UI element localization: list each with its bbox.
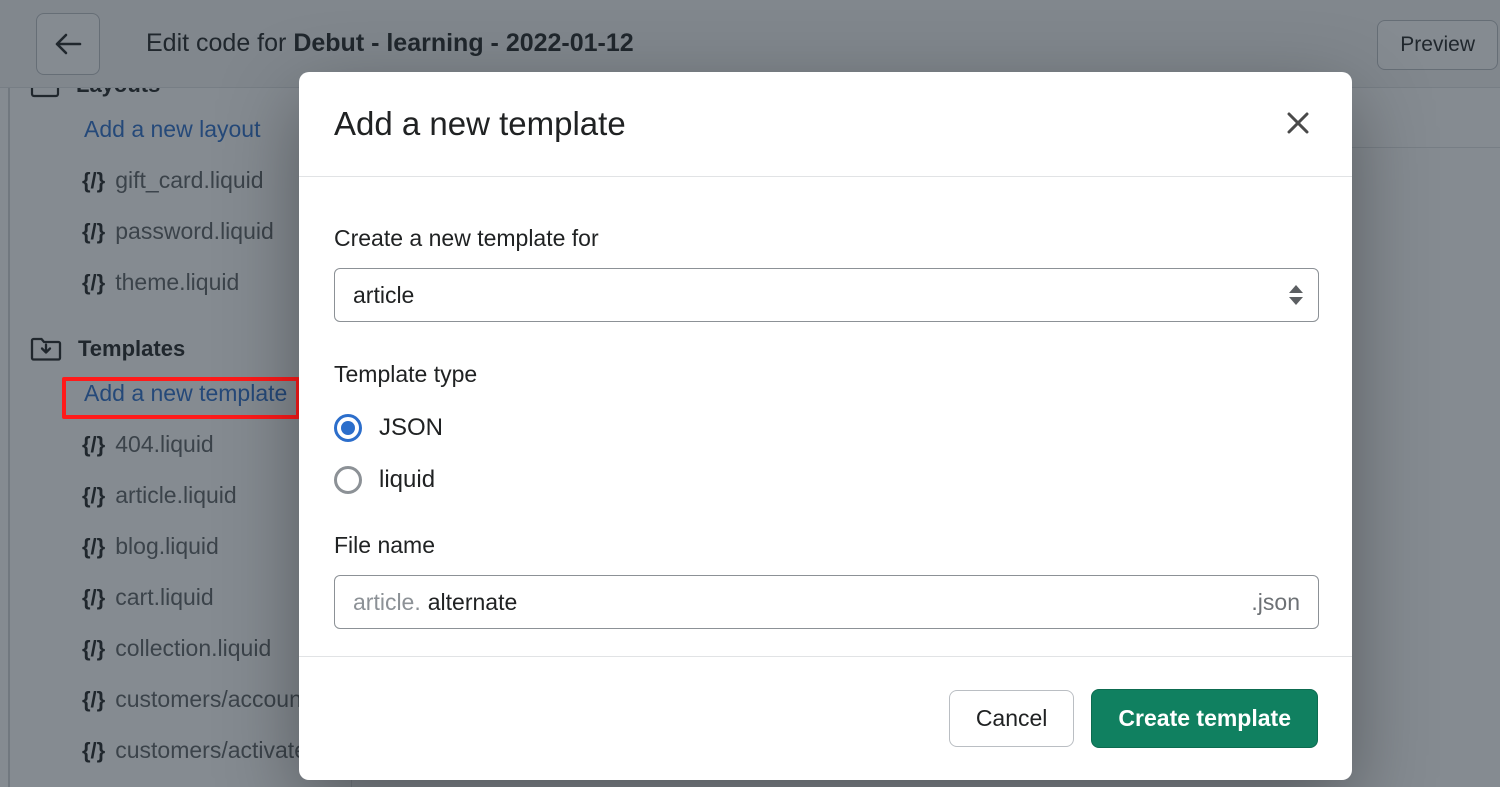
radio-indicator-liquid[interactable]: [334, 466, 362, 494]
add-new-template-modal: Add a new template Create a new template…: [299, 72, 1352, 780]
close-button[interactable]: [1278, 104, 1318, 144]
radio-option-liquid[interactable]: liquid: [334, 458, 1317, 502]
modal-title: Add a new template: [334, 105, 626, 142]
template-for-select[interactable]: article: [334, 268, 1319, 322]
file-name-prefix: article.: [353, 588, 421, 615]
file-name-label: File name: [334, 532, 435, 558]
file-name-suffix: .json: [1251, 588, 1300, 615]
cancel-button[interactable]: Cancel: [948, 690, 1075, 747]
radio-label-json: JSON: [379, 414, 444, 441]
radio-option-json[interactable]: JSON: [334, 406, 1317, 450]
modal-header: Add a new template: [299, 72, 1352, 177]
modal-footer: Cancel Create template: [299, 656, 1352, 780]
template-for-select-wrap: article: [334, 268, 1319, 322]
file-name-field[interactable]: article. .json: [334, 575, 1319, 629]
template-type-label: Template type: [334, 361, 478, 387]
template-for-label: Create a new template for: [334, 225, 599, 251]
file-name-input[interactable]: [427, 588, 1242, 616]
radio-indicator-json[interactable]: [334, 414, 362, 442]
create-template-button[interactable]: Create template: [1091, 689, 1318, 748]
file-name-section: File name article. .json: [334, 532, 1319, 629]
modal-body: Create a new template for article Templa…: [299, 177, 1352, 656]
radio-label-liquid: liquid: [379, 466, 436, 493]
close-icon: [1285, 110, 1311, 139]
